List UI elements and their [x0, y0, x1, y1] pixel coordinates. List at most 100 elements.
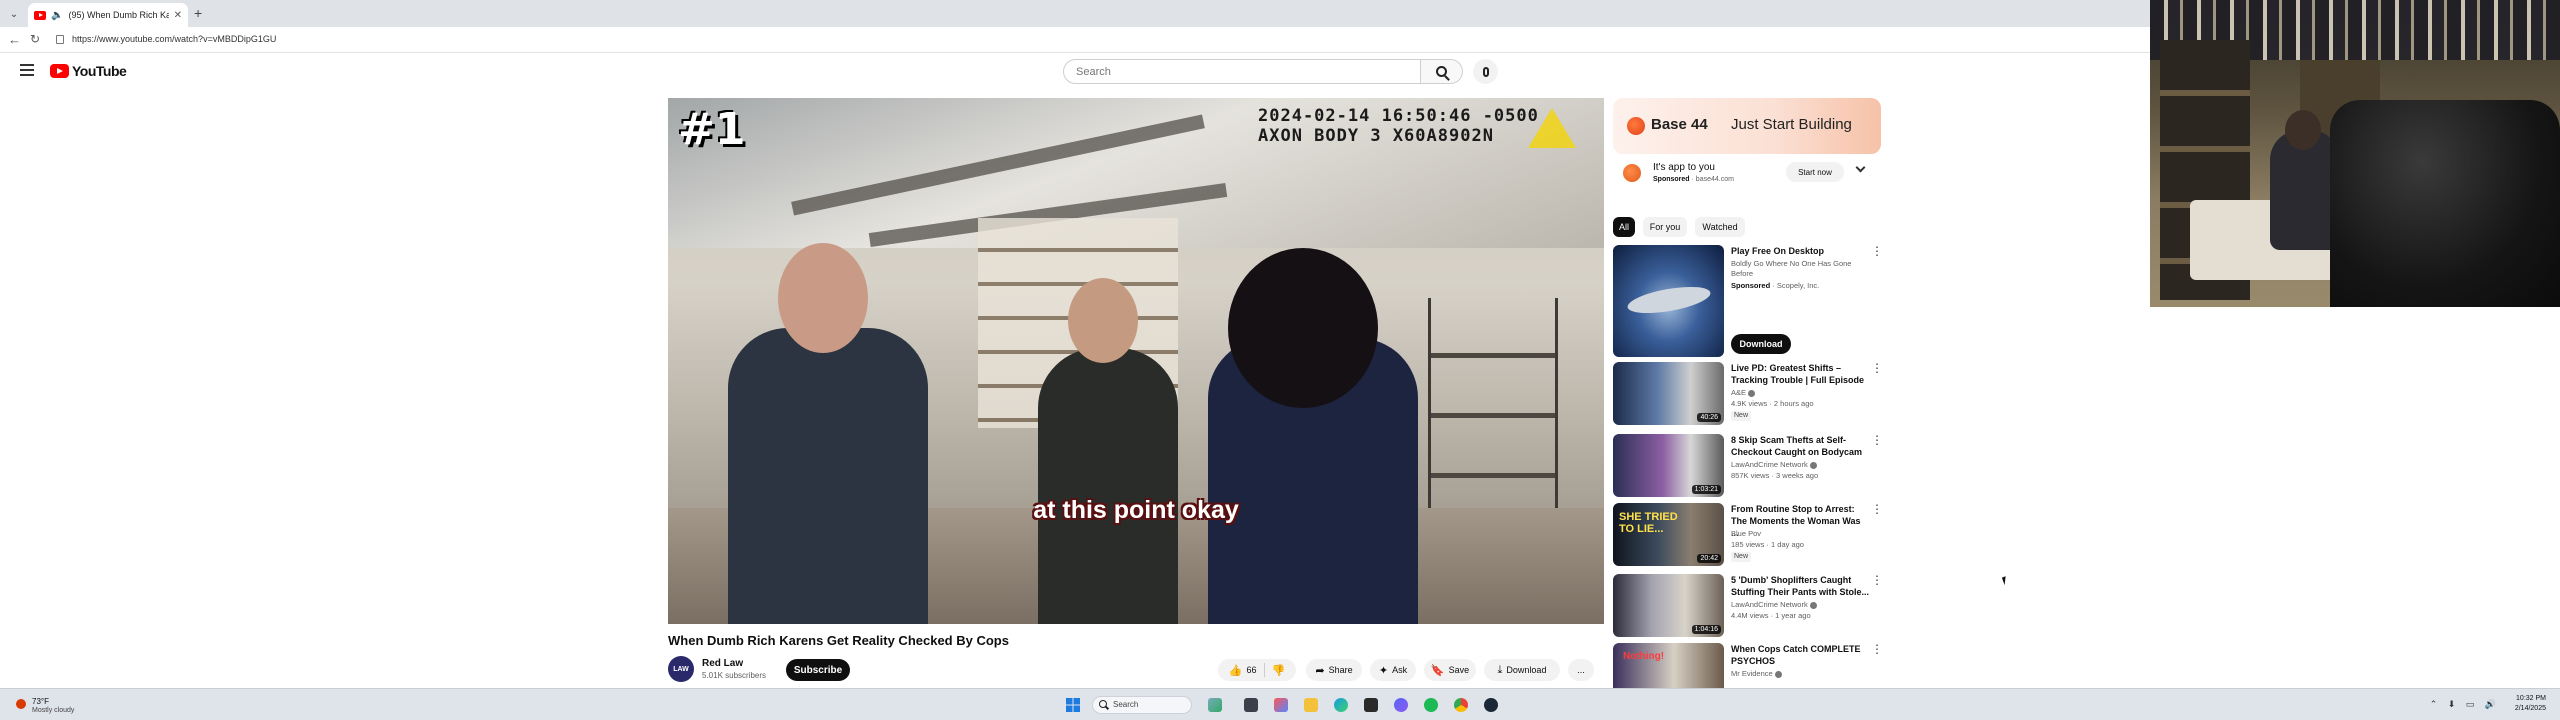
more-vert-icon[interactable]: ⋮: [1871, 574, 1883, 586]
browser-tab-active[interactable]: 🔈 (95) When Dumb Rich Karen ✕: [28, 3, 188, 27]
more-vert-icon[interactable]: ⋮: [1871, 503, 1883, 515]
subscribe-button[interactable]: Subscribe: [786, 659, 850, 681]
new-tab-button[interactable]: +: [194, 5, 202, 21]
video-frame-man-left: [728, 328, 928, 624]
task-view-icon[interactable]: [1244, 698, 1258, 712]
taskbar-search[interactable]: Search: [1092, 696, 1192, 714]
more-actions-button[interactable]: ...: [1568, 659, 1594, 681]
share-button[interactable]: ➦ Share: [1306, 659, 1362, 681]
rec-title[interactable]: 8 Skip Scam Thefts at Self-Checkout Caug…: [1731, 434, 1869, 458]
steam-icon[interactable]: [1484, 698, 1498, 712]
rec-title[interactable]: Play Free On Desktop: [1731, 245, 1869, 257]
clock-time: 10:32 PM: [2516, 695, 2546, 702]
reload-icon[interactable]: ↻: [30, 32, 40, 46]
rec-channel[interactable]: LawAndCrime Network: [1731, 600, 1817, 610]
url-field[interactable]: https://www.youtube.com/watch?v=vMBDDipG…: [52, 31, 2142, 49]
video-thumbnail[interactable]: [1613, 245, 1724, 357]
video-duration: 1:03:21: [1691, 485, 1721, 494]
video-title: When Dumb Rich Karens Get Reality Checke…: [668, 633, 1009, 648]
video-player[interactable]: #1 2024-02-14 16:50:46 -0500 AXON BODY 3…: [668, 98, 1604, 624]
save-button[interactable]: 🔖 Save: [1424, 659, 1476, 681]
more-vert-icon[interactable]: ⋮: [1871, 434, 1883, 446]
chevron-down-icon[interactable]: [1855, 162, 1866, 173]
back-arrow-icon[interactable]: ←: [8, 32, 21, 47]
rec-title[interactable]: Live PD: Greatest Shifts – Tracking Trou…: [1731, 362, 1869, 386]
rec-title[interactable]: 5 'Dumb' Shoplifters Caught Stuffing The…: [1731, 574, 1869, 598]
rec-channel-name[interactable]: LawAndCrime Network: [1731, 600, 1808, 609]
rec-channel[interactable]: Blue Pov: [1731, 529, 1761, 539]
video-thumbnail[interactable]: 40:26: [1613, 362, 1724, 425]
store-icon[interactable]: [1364, 698, 1378, 712]
rec-channel-name[interactable]: Blue Pov: [1731, 529, 1761, 538]
list-item[interactable]: 1:04:16 5 'Dumb' Shoplifters Caught Stuf…: [1613, 574, 1883, 642]
voice-search-button[interactable]: [1473, 59, 1498, 84]
rec-channel[interactable]: LawAndCrime Network: [1731, 460, 1817, 470]
save-label: Save: [1448, 665, 1470, 675]
download-button[interactable]: ⤓ Download: [1484, 659, 1560, 681]
rec-channel-name[interactable]: A&E: [1731, 388, 1746, 397]
close-icon[interactable]: ✕: [174, 10, 182, 21]
copilot-icon[interactable]: [1274, 698, 1288, 712]
rec-title[interactable]: When Cops Catch COMPLETE PSYCHOS: [1731, 643, 1869, 667]
rec-channel[interactable]: A&E: [1731, 388, 1756, 398]
hamburger-menu-icon[interactable]: [20, 64, 34, 76]
more-vert-icon[interactable]: ⋮: [1871, 643, 1881, 655]
taskbar-clock[interactable]: 10:32 PM 2/14/2025: [2515, 694, 2546, 714]
ad-brand: Base 44: [1651, 116, 1708, 133]
verified-icon: [1748, 389, 1756, 397]
verified-icon: [1809, 601, 1817, 609]
thumbs-up-icon[interactable]: 👍: [1229, 664, 1243, 677]
discord-icon[interactable]: [1394, 698, 1408, 712]
channel-name[interactable]: Red Law: [702, 658, 743, 669]
list-item[interactable]: 40:26 Live PD: Greatest Shifts – Trackin…: [1613, 362, 1883, 430]
url-text[interactable]: https://www.youtube.com/watch?v=vMBDDipG…: [72, 34, 276, 44]
video-duration: 40:26: [1697, 413, 1721, 422]
system-tray[interactable]: ⌃ ⬇ ▭ 🔊: [2430, 699, 2500, 710]
ad-banner[interactable]: Base 44 Just Start Building: [1613, 98, 1881, 154]
ask-button[interactable]: ✦ Ask: [1370, 659, 1416, 681]
search-button[interactable]: [1421, 59, 1463, 84]
taskbar-search-label: Search: [1113, 700, 1139, 709]
list-item[interactable]: Nothing! When Cops Catch COMPLETE PSYCHO…: [1613, 643, 1881, 688]
lock-icon[interactable]: [56, 35, 64, 44]
ad-title[interactable]: It's app to you: [1653, 162, 1715, 173]
youtube-play-icon: [50, 64, 69, 78]
more-vert-icon[interactable]: ⋮: [1871, 362, 1883, 374]
like-count[interactable]: 66: [1246, 665, 1256, 675]
list-item[interactable]: SHE TRIED TO LIE... 20:42 From Routine St…: [1613, 503, 1883, 571]
chip-watched[interactable]: Watched: [1695, 217, 1745, 237]
video-thumbnail[interactable]: SHE TRIED TO LIE... 20:42: [1613, 503, 1724, 566]
youtube-logo[interactable]: YouTube: [50, 63, 127, 79]
tab-title: (95) When Dumb Rich Karen: [68, 10, 169, 20]
start-now-button[interactable]: Start now: [1786, 162, 1844, 182]
search-field[interactable]: [1063, 59, 1421, 84]
spotify-icon[interactable]: [1424, 698, 1438, 712]
more-vert-icon[interactable]: ⋮: [1871, 245, 1883, 257]
channel-avatar[interactable]: LAW: [668, 656, 694, 682]
speaker-icon[interactable]: 🔈: [51, 10, 63, 21]
video-caption: at this point okay: [1033, 496, 1239, 524]
mouse-cursor-icon: [2001, 574, 2013, 586]
download-label: Download: [1506, 665, 1547, 675]
video-thumbnail[interactable]: Nothing!: [1613, 643, 1724, 688]
weather-widget[interactable]: 73°F Mostly cloudy: [12, 694, 92, 716]
edge-icon[interactable]: [1334, 698, 1348, 712]
like-dislike-group: 👍 66 👎: [1218, 659, 1296, 681]
rec-channel-name[interactable]: LawAndCrime Network: [1731, 460, 1808, 469]
thumbs-down-icon[interactable]: 👎: [1272, 664, 1286, 677]
video-thumbnail[interactable]: 1:04:16: [1613, 574, 1724, 637]
widgets-icon[interactable]: [1208, 698, 1222, 712]
windows-start-icon[interactable]: [1066, 698, 1080, 712]
list-item[interactable]: 1:03:21 8 Skip Scam Thefts at Self-Check…: [1613, 434, 1883, 502]
rec-channel-name[interactable]: Mr Evidence: [1731, 669, 1773, 678]
chip-all[interactable]: All: [1613, 217, 1635, 237]
file-explorer-icon[interactable]: [1304, 698, 1318, 712]
video-thumbnail[interactable]: 1:03:21: [1613, 434, 1724, 497]
chrome-icon[interactable]: [1454, 698, 1468, 712]
list-item[interactable]: Play Free On Desktop Boldly Go Where No …: [1613, 245, 1883, 357]
search-input[interactable]: [1064, 60, 1420, 83]
download-app-button[interactable]: Download: [1731, 334, 1791, 354]
tab-search-dropdown[interactable]: ⌄: [4, 5, 24, 23]
rec-channel[interactable]: Mr Evidence: [1731, 669, 1782, 679]
chip-for-you[interactable]: For you: [1643, 217, 1687, 237]
